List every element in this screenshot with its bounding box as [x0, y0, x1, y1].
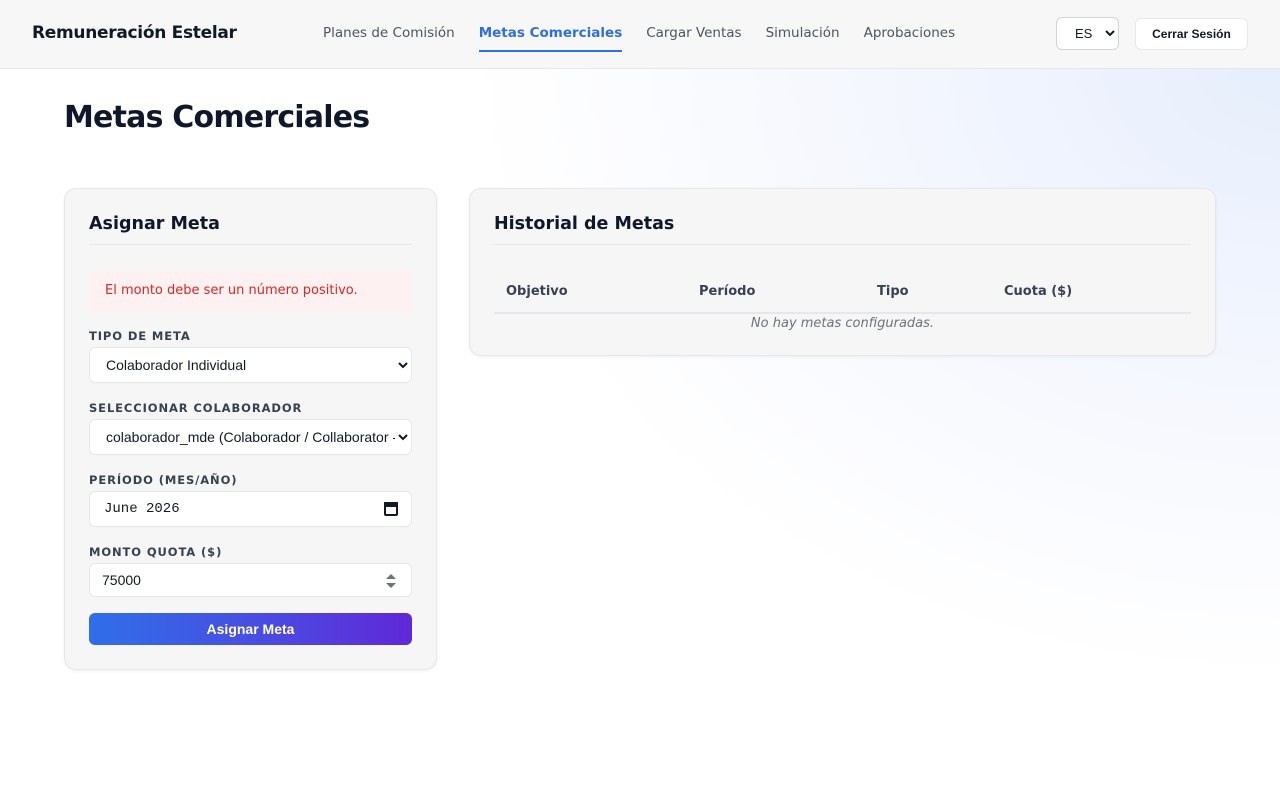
column-header-objetivo: Objetivo	[494, 271, 687, 314]
nav-link-cargar-ventas[interactable]: Cargar Ventas	[646, 0, 741, 52]
period-label: Período (Mes/Año)	[89, 473, 238, 487]
assign-goal-title: Asignar Meta	[89, 214, 220, 234]
nav-link-planes-de-comision[interactable]: Planes de Comisión	[323, 0, 455, 52]
empty-state-message: No hay metas configuradas.	[750, 316, 935, 331]
card-divider	[494, 244, 1191, 245]
goal-type-label: Tipo de Meta	[89, 329, 191, 343]
logout-button[interactable]: Cerrar Sesión	[1135, 18, 1248, 50]
app-title: Remuneración Estelar	[32, 23, 237, 43]
error-alert: El monto debe ser un número positivo.	[89, 270, 412, 312]
table-row: No hay metas configuradas.	[494, 313, 1191, 331]
collaborator-select[interactable]: colaborador_mde (Colaborador / Collabora…	[89, 419, 412, 455]
column-header-cuota: Cuota ($)	[992, 271, 1191, 314]
nav-link-metas-comerciales[interactable]: Metas Comerciales	[478, 0, 623, 52]
column-header-tipo: Tipo	[865, 271, 992, 314]
nav-link-aprobaciones[interactable]: Aprobaciones	[864, 0, 956, 52]
main-nav: Planes de Comisión Metas Comerciales Car…	[323, 0, 979, 69]
page-title: Metas Comerciales	[64, 100, 370, 135]
amount-value: 75000	[102, 572, 141, 588]
goal-history-title: Historial de Metas	[494, 214, 675, 234]
assign-goal-button[interactable]: Asignar Meta	[89, 613, 412, 645]
table-header-row: Objetivo Período Tipo Cuota ($)	[494, 271, 1191, 314]
period-input[interactable]: June 2026	[89, 491, 412, 527]
amount-input[interactable]: 75000	[89, 563, 412, 597]
period-value: June 2026	[104, 501, 180, 517]
goal-type-select[interactable]: Colaborador Individual	[89, 347, 412, 383]
spinner-icon[interactable]	[386, 574, 396, 588]
goal-history-card: Historial de Metas Objetivo Período Tipo…	[469, 188, 1216, 356]
column-header-periodo: Período	[687, 271, 865, 314]
assign-goal-card: Asignar Meta El monto debe ser un número…	[64, 188, 437, 670]
language-select[interactable]: ES	[1056, 17, 1119, 50]
nav-link-simulacion[interactable]: Simulación	[766, 0, 840, 52]
amount-label: Monto Quota ($)	[89, 545, 223, 559]
calendar-icon[interactable]	[384, 502, 398, 516]
collaborator-label: Seleccionar Colaborador	[89, 401, 303, 415]
card-divider	[89, 244, 412, 245]
top-navbar: Remuneración Estelar Planes de Comisión …	[0, 0, 1280, 69]
goal-history-table: Objetivo Período Tipo Cuota ($) No hay m…	[494, 271, 1191, 331]
